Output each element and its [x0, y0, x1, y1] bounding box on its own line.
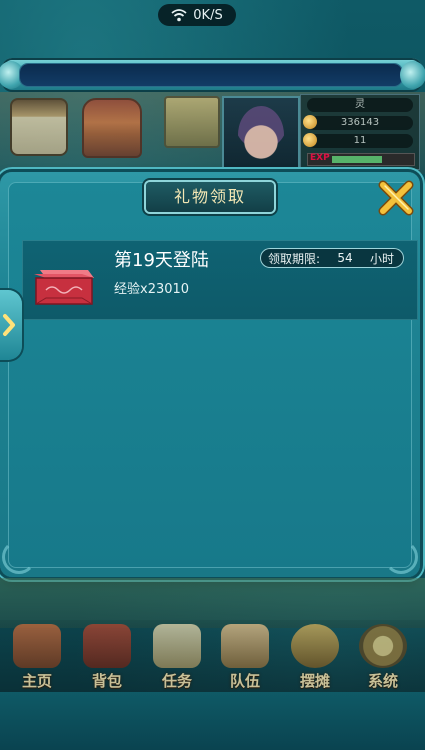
- top-bar: [0, 58, 425, 92]
- stats-panel: 灵 336143 11 EXP: [300, 94, 420, 170]
- coin-icon: [303, 115, 317, 129]
- stall-icon: [291, 624, 339, 668]
- wifi-icon: [171, 9, 187, 22]
- top-bar-track: [20, 64, 402, 86]
- scroll-icon: [153, 624, 201, 668]
- bag-icon: [83, 624, 131, 668]
- nav-label: 系统: [367, 672, 398, 690]
- nav-label: 背包: [91, 672, 122, 690]
- close-button[interactable]: [376, 178, 416, 218]
- nav-label: 摆摊: [299, 672, 330, 690]
- stat-row-1: 336143: [303, 115, 413, 130]
- avatar[interactable]: [222, 96, 300, 174]
- deadline-badge: 领取期限: 54 小时: [260, 248, 404, 268]
- exp-fill: [332, 156, 382, 163]
- nav-item-team[interactable]: 队伍: [212, 620, 278, 692]
- calendar-icon[interactable]: [10, 98, 68, 156]
- gift-dialog: 第19天登陆 经验x23010 领取期限: 54 小时 礼物领取: [0, 172, 420, 577]
- gear-icon: [359, 624, 407, 668]
- nav-label: 任务: [161, 672, 192, 690]
- home-icon: [13, 624, 61, 668]
- stat-row-2: 11: [303, 133, 413, 148]
- gem-icon: [303, 133, 317, 147]
- stat-value-1: 336143: [340, 117, 380, 128]
- expand-tab[interactable]: [0, 290, 22, 360]
- spirit-label: 灵: [355, 99, 365, 110]
- team-icon: [221, 624, 269, 668]
- gift-title: 第19天登陆: [114, 250, 209, 271]
- stat-value-2: 11: [353, 135, 367, 146]
- top-bar-right-cap: [400, 61, 425, 89]
- dialog-body: 第19天登陆 经验x23010 领取期限: 54 小时: [2, 182, 418, 574]
- network-status: 0K/S: [158, 4, 236, 26]
- deadline-unit: 小时: [369, 251, 394, 266]
- gift-reward: 经验x23010: [114, 282, 190, 297]
- gift-box-icon: [34, 270, 94, 305]
- deadline-label: 领取期限:: [268, 251, 321, 266]
- corner-ornament: [2, 540, 36, 574]
- corner-ornament: [384, 540, 418, 574]
- character-portrait: [238, 106, 284, 164]
- nav-label: 主页: [21, 672, 52, 690]
- spirit-row: 灵: [307, 98, 413, 112]
- bottom-strip: [0, 692, 425, 750]
- game-screen: 0K/S 灵 336143 11 EXP 第19天登陆 经验x23010 领取期…: [0, 0, 425, 750]
- nav-item-bag[interactable]: 背包: [74, 620, 140, 692]
- exp-label: EXP: [310, 153, 330, 163]
- bottom-nav: 主页 背包 任务 队伍 摆摊 系统: [0, 620, 425, 692]
- exp-bar: EXP: [307, 153, 415, 166]
- nav-label: 队伍: [229, 672, 260, 690]
- network-speed: 0K/S: [193, 7, 223, 23]
- dialog-title: 礼物领取: [146, 182, 274, 212]
- nav-item-tasks[interactable]: 任务: [144, 620, 210, 692]
- deadline-value: 54: [337, 251, 353, 265]
- nav-item-system[interactable]: 系统: [350, 620, 416, 692]
- nav-item-home[interactable]: 主页: [4, 620, 70, 692]
- gift-list-item[interactable]: 第19天登陆 经验x23010 领取期限: 54 小时: [22, 240, 418, 320]
- chevron-right-icon: [3, 314, 15, 336]
- star-card-icon[interactable]: [164, 96, 220, 148]
- close-icon: [378, 180, 414, 216]
- nav-item-stall[interactable]: 摆摊: [282, 620, 348, 692]
- treasure-chest-icon[interactable]: [82, 98, 142, 158]
